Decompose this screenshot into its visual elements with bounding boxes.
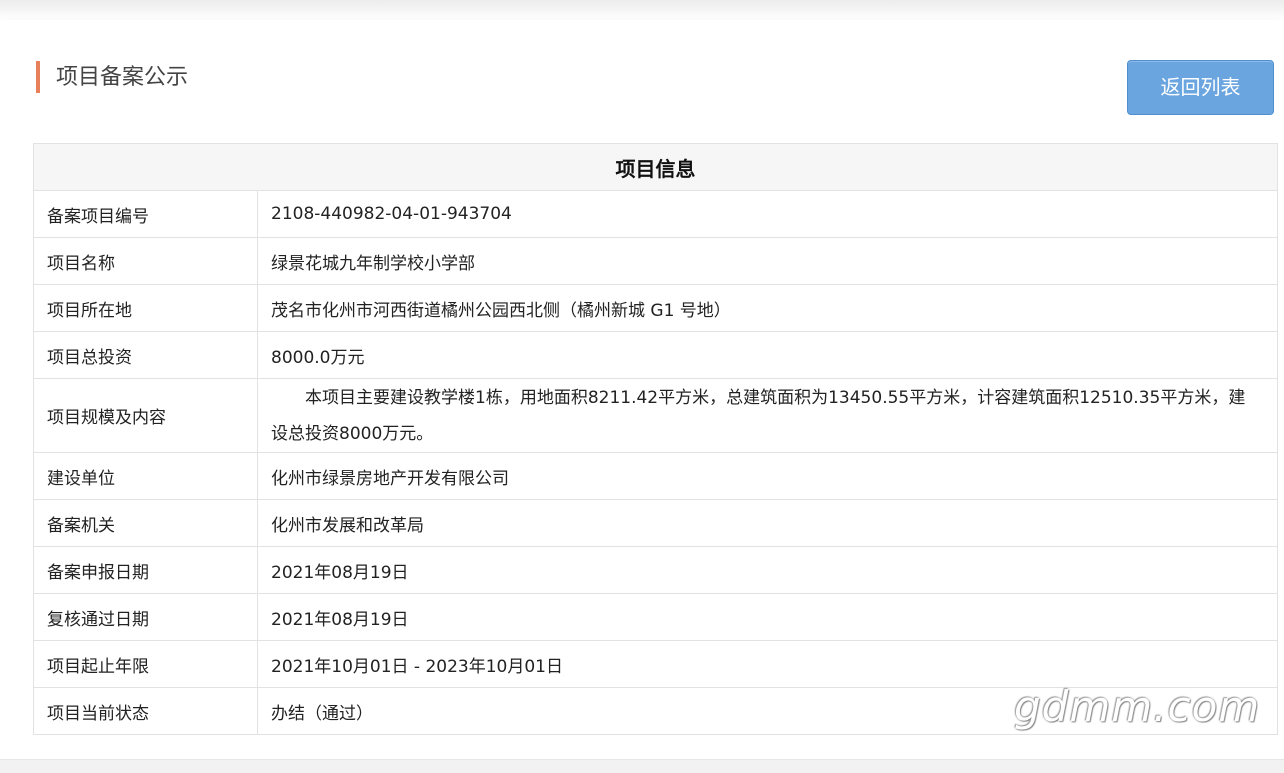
bottom-band <box>0 760 1284 773</box>
row-label-scale-content: 项目规模及内容 <box>33 378 258 453</box>
table-row: 备案机关 化州市发展和改革局 <box>33 499 1278 547</box>
table-row: 项目规模及内容 本项目主要建设教学楼1栋，用地面积8211.42平方米，总建筑面… <box>33 378 1278 453</box>
row-label-record-authority: 备案机关 <box>33 499 258 547</box>
table-row: 项目名称 绿景花城九年制学校小学部 <box>33 237 1278 285</box>
top-shadow <box>0 0 1284 20</box>
row-label-project-period: 项目起止年限 <box>33 640 258 688</box>
row-value-record-number: 2108-440982-04-01-943704 <box>257 190 1278 238</box>
table-row: 复核通过日期 2021年08月19日 <box>33 593 1278 641</box>
row-label-filing-date: 备案申报日期 <box>33 546 258 594</box>
table-row: 建设单位 化州市绿景房地产开发有限公司 <box>33 452 1278 500</box>
row-label-review-date: 复核通过日期 <box>33 593 258 641</box>
title-accent-bar <box>36 61 40 93</box>
row-value-project-period: 2021年10月01日 - 2023年10月01日 <box>257 640 1278 688</box>
row-label-project-name: 项目名称 <box>33 237 258 285</box>
project-info-table: 项目信息 备案项目编号 2108-440982-04-01-943704 项目名… <box>33 143 1278 735</box>
table-row: 项目所在地 茂名市化州市河西街道橘州公园西北侧（橘州新城 G1 号地） <box>33 284 1278 332</box>
row-value-builder: 化州市绿景房地产开发有限公司 <box>257 452 1278 500</box>
row-label-total-investment: 项目总投资 <box>33 331 258 379</box>
table-header-row: 项目信息 <box>33 143 1278 191</box>
row-label-location: 项目所在地 <box>33 284 258 332</box>
page: 项目备案公示 返回列表 项目信息 备案项目编号 2108-440982-04-0… <box>0 0 1284 773</box>
row-label-record-number: 备案项目编号 <box>33 190 258 238</box>
table-row: 备案项目编号 2108-440982-04-01-943704 <box>33 190 1278 238</box>
page-title: 项目备案公示 <box>56 65 189 90</box>
table-row: 备案申报日期 2021年08月19日 <box>33 546 1278 594</box>
row-label-current-status: 项目当前状态 <box>33 687 258 735</box>
watermark-logo: gdmm.com <box>1014 682 1261 731</box>
row-value-location: 茂名市化州市河西街道橘州公园西北侧（橘州新城 G1 号地） <box>257 284 1278 332</box>
row-label-builder: 建设单位 <box>33 452 258 500</box>
row-value-filing-date: 2021年08月19日 <box>257 546 1278 594</box>
back-to-list-button[interactable]: 返回列表 <box>1127 60 1274 115</box>
table-row: 项目起止年限 2021年10月01日 - 2023年10月01日 <box>33 640 1278 688</box>
row-value-total-investment: 8000.0万元 <box>257 331 1278 379</box>
row-value-scale-content: 本项目主要建设教学楼1栋，用地面积8211.42平方米，总建筑面积为13450.… <box>257 378 1278 453</box>
table-header: 项目信息 <box>33 143 1278 191</box>
row-value-record-authority: 化州市发展和改革局 <box>257 499 1278 547</box>
row-value-project-name: 绿景花城九年制学校小学部 <box>257 237 1278 285</box>
row-value-review-date: 2021年08月19日 <box>257 593 1278 641</box>
table-row: 项目总投资 8000.0万元 <box>33 331 1278 379</box>
